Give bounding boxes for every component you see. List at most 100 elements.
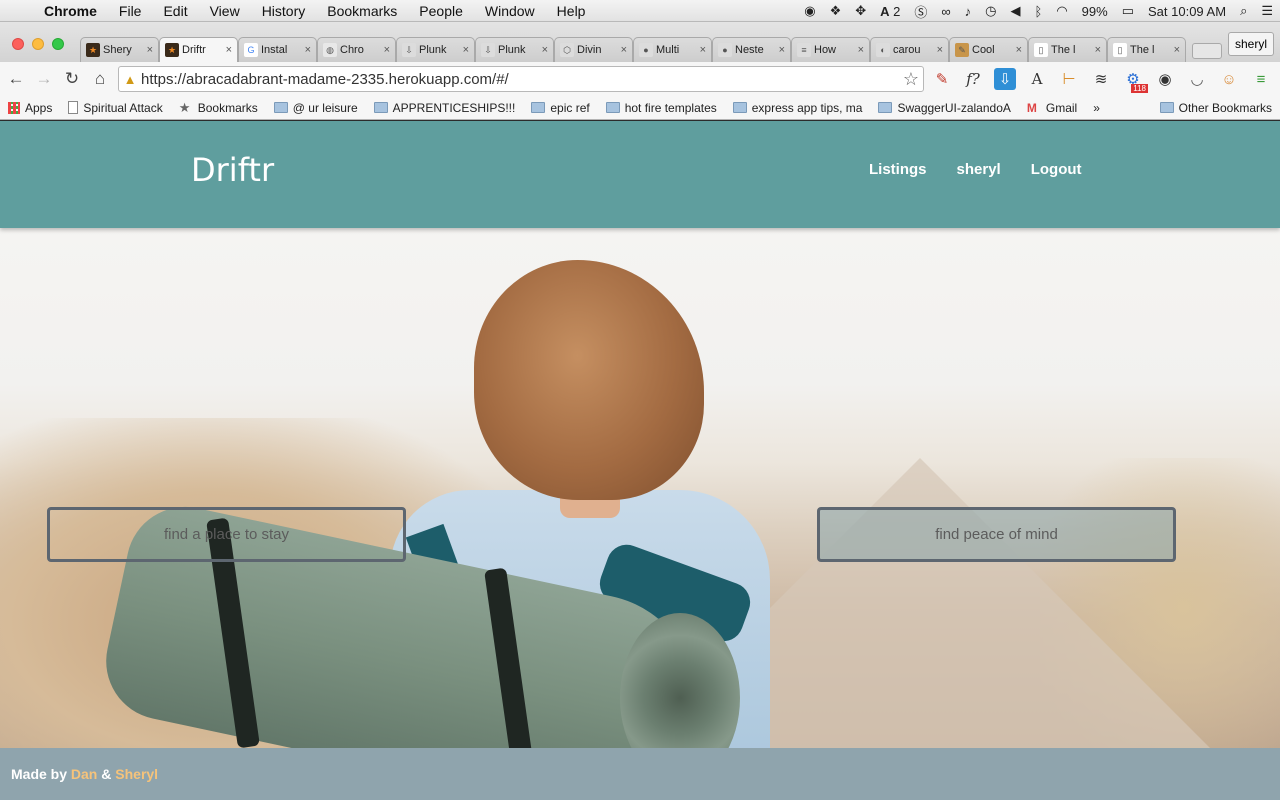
infinity-icon[interactable]: ∞ xyxy=(934,4,957,19)
airdrop-icon[interactable]: ◉ xyxy=(797,3,822,19)
footer-author-sheryl[interactable]: Sheryl xyxy=(115,766,158,782)
tab-close-icon[interactable]: × xyxy=(147,44,153,56)
browser-tab[interactable]: ◍ Chro × xyxy=(317,37,396,62)
menu-people[interactable]: People xyxy=(408,3,474,19)
address-url[interactable]: https://abracadabrant-madame-2335.heroku… xyxy=(141,71,509,88)
bookmark-item[interactable]: epic ref xyxy=(523,101,597,115)
bell-icon[interactable]: ♪ xyxy=(958,4,979,19)
layers-extension-icon[interactable]: ≋ xyxy=(1090,68,1112,90)
tab-close-icon[interactable]: × xyxy=(305,44,311,56)
reload-icon[interactable]: ↻ xyxy=(58,69,86,89)
find-place-button[interactable]: find a place to stay xyxy=(47,507,406,562)
bookmark-item[interactable]: APPRENTICESHIPS!!! xyxy=(366,101,524,115)
tab-close-icon[interactable]: × xyxy=(700,44,706,56)
zoom-window-button[interactable] xyxy=(52,38,64,50)
bookmark-item[interactable]: M Gmail xyxy=(1019,101,1085,115)
tab-close-icon[interactable]: × xyxy=(858,44,864,56)
bookmark-item[interactable]: express app tips, ma xyxy=(725,101,871,115)
clock[interactable]: Sat 10:09 AM xyxy=(1141,4,1233,19)
notification-center-icon[interactable]: ☰ xyxy=(1254,3,1280,19)
ruler-extension-icon[interactable]: ⊢ xyxy=(1058,68,1080,90)
menu-view[interactable]: View xyxy=(199,3,251,19)
menu-app-name[interactable]: Chrome xyxy=(40,3,108,19)
bookmark-item[interactable]: Other Bookmarks xyxy=(1152,101,1280,115)
move-icon[interactable]: ✥ xyxy=(848,3,873,19)
footer-author-dan[interactable]: Dan xyxy=(71,766,97,782)
menu-edit[interactable]: Edit xyxy=(152,3,198,19)
profile-button[interactable]: sheryl xyxy=(1227,32,1274,56)
menu-bookmarks[interactable]: Bookmarks xyxy=(316,3,408,19)
dropbox-icon[interactable]: ❖ xyxy=(823,3,849,19)
nav-user-link[interactable]: sheryl xyxy=(957,161,1001,178)
browser-tab[interactable]: ⇩ Plunk × xyxy=(475,37,554,62)
browser-tab[interactable]: ⬡ Divin × xyxy=(554,37,633,62)
close-window-button[interactable] xyxy=(12,38,24,50)
wifi-icon[interactable]: ◠ xyxy=(1049,3,1074,19)
browser-tab[interactable]: ⇩ Plunk × xyxy=(396,37,475,62)
adobe-count: 2 xyxy=(893,3,901,19)
pocket-extension-icon[interactable]: ◡ xyxy=(1186,68,1208,90)
back-arrow-icon[interactable]: ← xyxy=(2,69,30,89)
browser-tab[interactable]: ▯ The l × xyxy=(1028,37,1107,62)
home-icon[interactable]: ⌂ xyxy=(86,69,114,89)
tab-close-icon[interactable]: × xyxy=(463,44,469,56)
function-extension-icon[interactable]: f? xyxy=(962,68,984,90)
battery-percent[interactable]: 99% xyxy=(1075,4,1115,19)
menu-history[interactable]: History xyxy=(251,3,317,19)
browser-tab[interactable]: ≡ How × xyxy=(791,37,870,62)
browser-tab[interactable]: ● Multi × xyxy=(633,37,712,62)
forward-arrow-icon[interactable]: → xyxy=(30,69,58,89)
browser-tab[interactable]: ★ Driftr × xyxy=(159,37,238,62)
time-machine-icon[interactable]: ◷ xyxy=(978,3,1003,19)
bookmark-item[interactable]: ★ Bookmarks xyxy=(171,100,266,116)
bookmark-item[interactable]: hot fire templates xyxy=(598,101,725,115)
nav-listings-link[interactable]: Listings xyxy=(869,161,927,178)
new-tab-button[interactable] xyxy=(1192,43,1222,59)
bluetooth-icon[interactable]: ᛒ xyxy=(1028,4,1050,19)
tab-close-icon[interactable]: × xyxy=(542,44,548,56)
tab-close-icon[interactable]: × xyxy=(1016,44,1022,56)
download-extension-icon[interactable]: ⇩ xyxy=(994,68,1016,90)
eyedropper-extension-icon[interactable]: ✎ xyxy=(931,68,953,90)
browser-tab[interactable]: ◐ carou × xyxy=(870,37,949,62)
tab-label: carou xyxy=(893,44,921,56)
tab-close-icon[interactable]: × xyxy=(1095,44,1101,56)
browser-tab[interactable]: ● Neste × xyxy=(712,37,791,62)
hero-image: find a place to stay find peace of mind xyxy=(0,228,1280,748)
adobe-icon[interactable]: A 2 xyxy=(873,4,907,19)
tab-close-icon[interactable]: × xyxy=(621,44,627,56)
bookmark-star-icon[interactable]: ☆ xyxy=(903,69,919,90)
volume-icon[interactable]: ◀ xyxy=(1004,3,1028,19)
find-peace-button[interactable]: find peace of mind xyxy=(817,507,1176,562)
nav-logout-link[interactable]: Logout xyxy=(1031,161,1082,178)
tab-close-icon[interactable]: × xyxy=(384,44,390,56)
bookmark-label: Gmail xyxy=(1045,100,1078,115)
bookmark-item[interactable]: SwaggerUI-zalandoA xyxy=(870,101,1018,115)
address-bar[interactable]: ▲ https://abracadabrant-madame-2335.hero… xyxy=(118,66,924,92)
gear-extension-icon[interactable]: ⚙ 118 xyxy=(1122,68,1148,93)
tab-close-icon[interactable]: × xyxy=(937,44,943,56)
browser-tab[interactable]: G Instal × xyxy=(238,37,317,62)
color-wheel-extension-icon[interactable]: ◉ xyxy=(1154,68,1176,90)
menu-window[interactable]: Window xyxy=(474,3,546,19)
menu-hamburger-icon[interactable]: ≡ xyxy=(1250,68,1272,90)
menu-file[interactable]: File xyxy=(108,3,153,19)
minimize-window-button[interactable] xyxy=(32,38,44,50)
spotlight-icon[interactable]: ⌕ xyxy=(1233,3,1254,19)
warning-lock-icon[interactable]: ▲ xyxy=(119,72,141,87)
character-extension-icon[interactable]: ☺ xyxy=(1218,68,1240,90)
menu-help[interactable]: Help xyxy=(546,3,597,19)
font-extension-icon[interactable]: A xyxy=(1026,68,1048,90)
tab-close-icon[interactable]: × xyxy=(1174,44,1180,56)
bookmark-item[interactable]: Spiritual Attack xyxy=(60,101,170,115)
skype-icon[interactable]: Ⓢ xyxy=(907,2,934,21)
browser-tab[interactable]: ▯ The l × xyxy=(1107,37,1186,62)
tab-close-icon[interactable]: × xyxy=(779,44,785,56)
browser-tab[interactable]: ✎ Cool × xyxy=(949,37,1028,62)
bookmark-item[interactable]: Apps xyxy=(0,101,60,115)
tab-close-icon[interactable]: × xyxy=(226,44,232,56)
bookmark-item[interactable]: » xyxy=(1085,101,1108,115)
site-brand[interactable]: Driftr xyxy=(191,151,274,189)
browser-tab[interactable]: ★ Shery × xyxy=(80,37,159,62)
bookmark-item[interactable]: @ ur leisure xyxy=(266,101,366,115)
